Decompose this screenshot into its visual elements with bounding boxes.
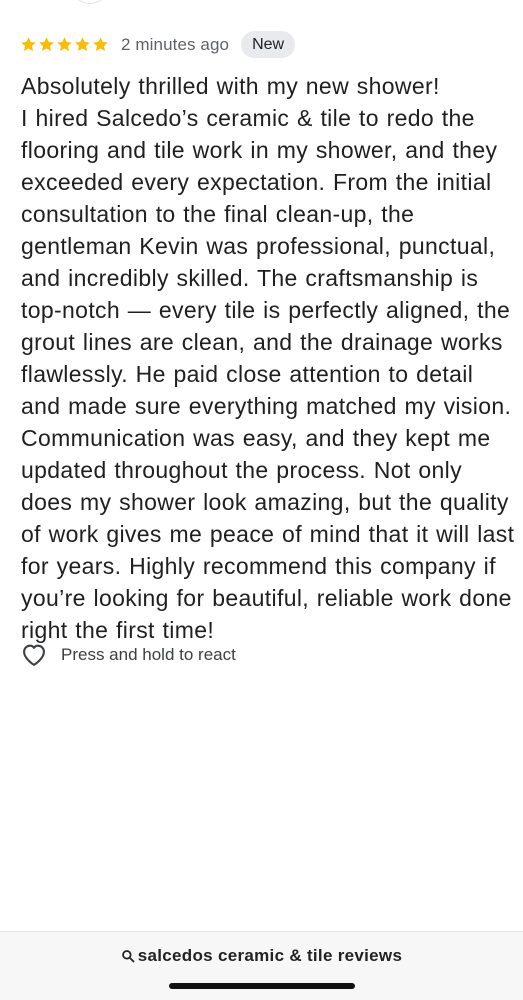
- search-footer: salcedos ceramic & tile reviews: [0, 931, 523, 1000]
- avatar[interactable]: [72, 0, 108, 4]
- react-label: Press and hold to react: [61, 645, 236, 664]
- star-icon: [39, 37, 54, 52]
- review-body: Absolutely thrilled with my new shower! …: [21, 70, 516, 646]
- star-icon: [57, 37, 72, 52]
- new-badge: New: [241, 31, 296, 58]
- react-button[interactable]: Press and hold to react: [20, 640, 236, 670]
- heart-icon[interactable]: [20, 641, 48, 669]
- search-icon: [121, 950, 135, 963]
- review-page: 2 minutes ago New Absolutely thrilled wi…: [0, 0, 523, 1000]
- review-paragraph: Absolutely thrilled with my new shower!: [21, 73, 440, 99]
- home-indicator[interactable]: [169, 983, 355, 989]
- review-meta: 2 minutes ago New: [20, 31, 296, 58]
- review-timestamp: 2 minutes ago: [121, 34, 230, 54]
- review-paragraph: I hired Salcedo’s ceramic & tile to redo…: [21, 105, 512, 419]
- star-icon: [21, 37, 36, 52]
- star-icon: [93, 37, 108, 52]
- search-query-text[interactable]: salcedos ceramic & tile reviews: [138, 946, 402, 966]
- search-suggestion[interactable]: salcedos ceramic & tile reviews: [0, 946, 523, 966]
- review-paragraph: Communication was easy, and they kept me…: [21, 425, 515, 643]
- star-icon: [75, 37, 90, 52]
- star-rating: [20, 36, 109, 53]
